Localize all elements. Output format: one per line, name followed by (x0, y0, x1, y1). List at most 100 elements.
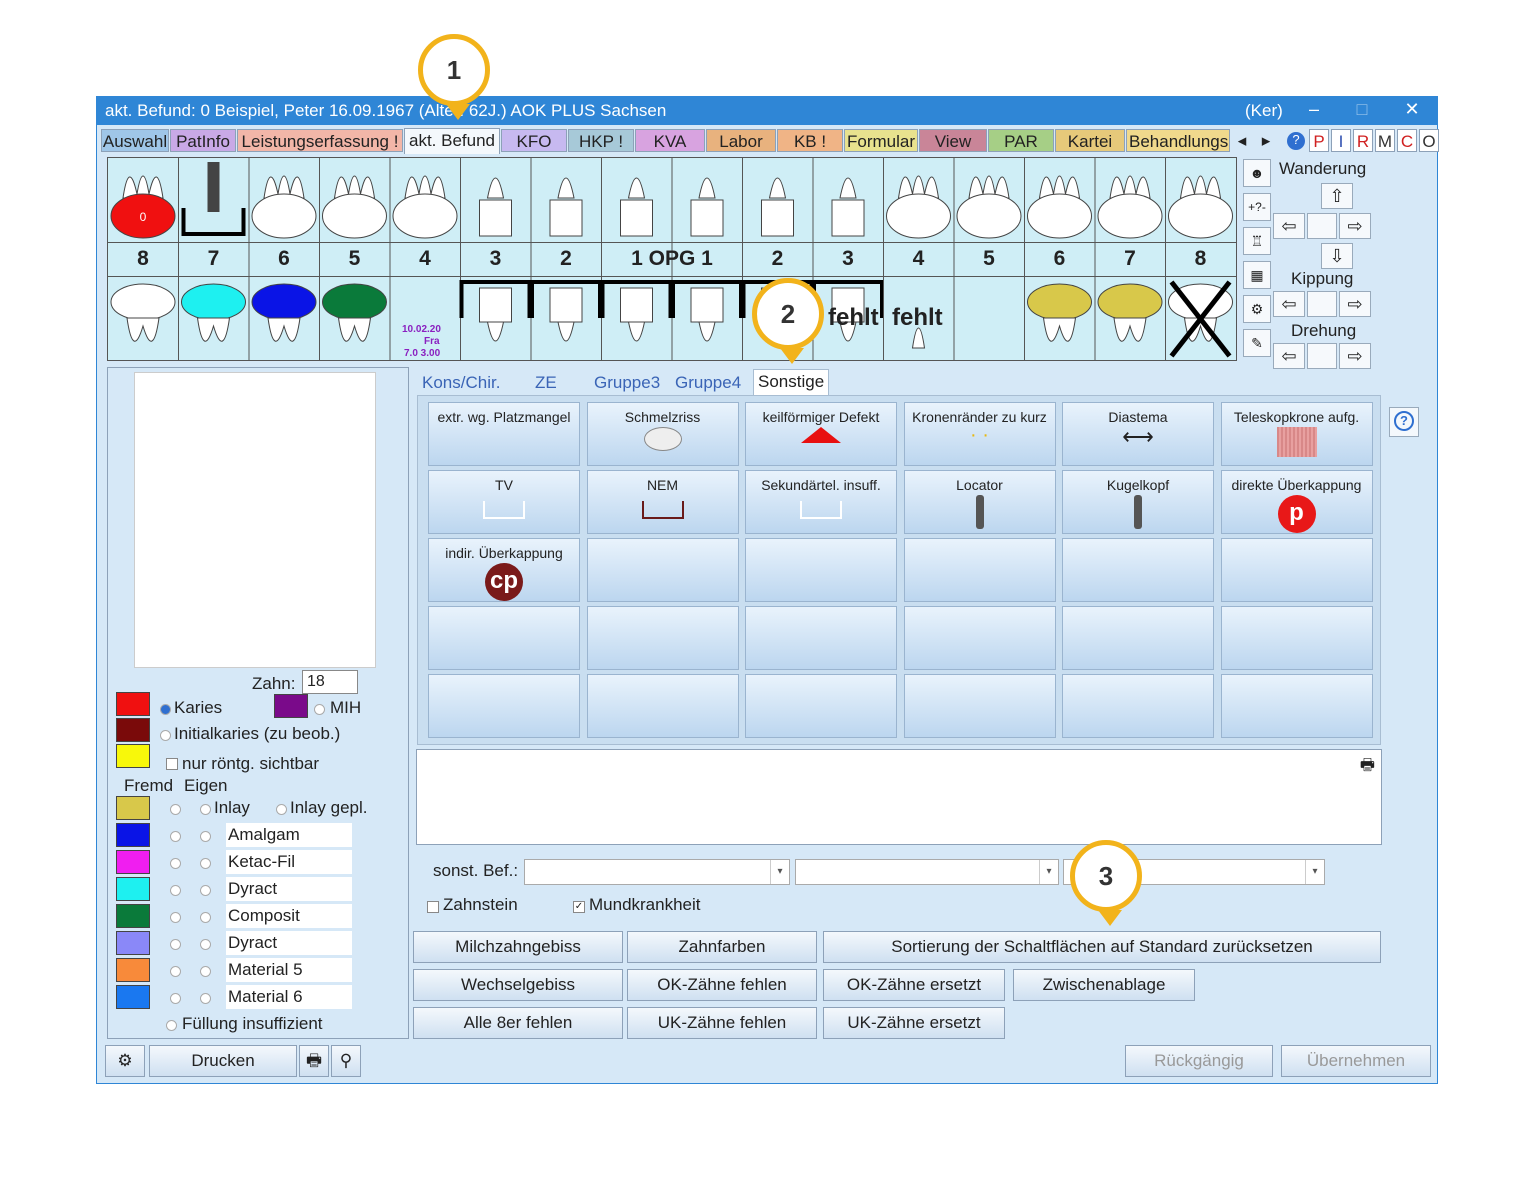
arrow-down-button[interactable]: ⇩ (1321, 243, 1353, 269)
material-name-field[interactable]: Dyract (226, 931, 352, 955)
plus-minus-button[interactable]: +?- (1243, 193, 1271, 221)
mini-tab-r[interactable]: R (1353, 129, 1373, 152)
tab-par[interactable]: PAR (988, 129, 1054, 152)
empty-grid-button[interactable] (1220, 674, 1373, 738)
subtab-gruppe4[interactable]: Gruppe4 (675, 373, 741, 393)
empty-grid-button[interactable] (903, 538, 1056, 602)
tab-patinfo[interactable]: PatInfo (170, 129, 236, 152)
befund-button[interactable]: Kronenränder zu kurz · · (903, 402, 1056, 466)
printer-icon[interactable]: 🖶 (1360, 754, 1375, 781)
material-name-field[interactable]: Material 6 (226, 985, 352, 1009)
tab-scroll-right[interactable]: ▸ (1256, 129, 1276, 152)
eigen-radio[interactable] (200, 912, 211, 923)
patient-icon[interactable]: ☻ (1243, 159, 1271, 187)
uk-zaehne-fehlen-button[interactable]: UK-Zähne fehlen (627, 1007, 817, 1039)
ok-zaehne-ersetzt-button[interactable]: OK-Zähne ersetzt (823, 969, 1005, 1001)
empty-grid-button[interactable] (428, 674, 580, 738)
fremd-radio[interactable] (170, 966, 181, 977)
roentg-checkbox[interactable] (166, 758, 178, 770)
material-swatch[interactable] (116, 877, 150, 901)
empty-grid-button[interactable] (586, 606, 739, 670)
initialkaries-swatch[interactable] (116, 718, 150, 742)
subtab-gruppe3[interactable]: Gruppe3 (594, 373, 660, 393)
tooth-number[interactable]: 1 OPG 1 (602, 242, 743, 276)
material-name-field[interactable]: Composit (226, 904, 352, 928)
fremd-radio[interactable] (170, 912, 181, 923)
tooth-number[interactable]: 4 (390, 242, 460, 276)
mini-tab-i[interactable]: I (1331, 129, 1351, 152)
befund-button[interactable]: Kugelkopf (1062, 470, 1214, 534)
befund-button[interactable]: Sekundärtel. insuff. (745, 470, 897, 534)
roentg-swatch[interactable] (116, 744, 150, 768)
material-swatch[interactable] (116, 904, 150, 928)
befund-button[interactable]: direkte Überkappung p (1220, 470, 1373, 534)
inlay-gepl-radio[interactable] (276, 804, 287, 815)
tab-kfo[interactable]: KFO (501, 129, 567, 152)
tab-view[interactable]: View (919, 129, 987, 152)
kippung-left-button[interactable]: ⇦ (1273, 291, 1305, 317)
tooth-number[interactable]: 3 (813, 242, 883, 276)
mundkrankheit-checkbox[interactable]: ✓ (573, 901, 585, 913)
milchzahngebiss-button[interactable]: Milchzahngebiss (413, 931, 623, 963)
befund-button[interactable]: NEM (586, 470, 739, 534)
mini-tab-c[interactable]: C (1397, 129, 1417, 152)
eigen-radio[interactable] (200, 831, 211, 842)
empty-grid-button[interactable] (745, 674, 897, 738)
zahnfarben-button[interactable]: Zahnfarben (627, 931, 817, 963)
initialkaries-radio[interactable] (160, 730, 171, 741)
befund-notes[interactable]: 🖶 (416, 749, 1382, 845)
grid-help-button[interactable]: ? (1389, 407, 1419, 437)
sonst-bef-combo-1[interactable]: ▾ (524, 859, 790, 885)
material-swatch[interactable] (116, 958, 150, 982)
arrow-up-button[interactable]: ⇧ (1321, 183, 1353, 209)
print-setup-icon[interactable]: 🖶 (299, 1045, 329, 1077)
mini-tab-p[interactable]: P (1309, 129, 1329, 152)
uk-zaehne-ersetzt-button[interactable]: UK-Zähne ersetzt (823, 1007, 1005, 1039)
tooth-number[interactable]: 8 (108, 242, 178, 276)
zahn-input[interactable]: 18 (302, 670, 358, 694)
help-icon[interactable]: ? (1287, 132, 1305, 150)
fuellung-radio[interactable] (166, 1020, 177, 1031)
eigen-radio[interactable] (200, 885, 211, 896)
empty-grid-button[interactable] (903, 674, 1056, 738)
befund-button[interactable]: Locator (903, 470, 1056, 534)
empty-grid-button[interactable] (1062, 538, 1214, 602)
subtab-kons-chir[interactable]: Kons/Chir. (422, 373, 500, 393)
tab-kva[interactable]: KVA (635, 129, 705, 152)
empty-grid-button[interactable] (586, 538, 739, 602)
ok-zaehne-fehlen-button[interactable]: OK-Zähne fehlen (627, 969, 817, 1001)
empty-grid-button[interactable] (1062, 674, 1214, 738)
drehung-right-button[interactable]: ⇨ (1339, 343, 1371, 369)
fremd-radio[interactable] (170, 831, 181, 842)
tooth-number[interactable]: 6 (1025, 242, 1095, 276)
kippung-right-button[interactable]: ⇨ (1339, 291, 1371, 317)
empty-grid-button[interactable] (428, 606, 580, 670)
befund-button[interactable]: TV (428, 470, 580, 534)
tooth-number[interactable]: 7 (1095, 242, 1165, 276)
material-swatch[interactable] (116, 985, 150, 1009)
empty-grid-button[interactable] (745, 538, 897, 602)
wechselgebiss-button[interactable]: Wechselgebiss (413, 969, 623, 1001)
material-name-field[interactable]: Dyract (226, 877, 352, 901)
fremd-radio[interactable] (170, 804, 181, 815)
tooth-number[interactable]: 5 (954, 242, 1024, 276)
mini-tab-o[interactable]: O (1419, 129, 1439, 152)
alle-8er-fehlen-button[interactable]: Alle 8er fehlen (413, 1007, 623, 1039)
empty-grid-button[interactable] (1220, 538, 1373, 602)
mih-swatch[interactable] (274, 694, 308, 718)
material-swatch[interactable] (116, 823, 150, 847)
gear-icon[interactable]: ⚙ (1243, 295, 1271, 323)
tooth-number[interactable]: 4 (884, 242, 954, 276)
befund-button[interactable]: extr. wg. Platzmangel (428, 402, 580, 466)
dental-chart[interactable]: 0 87654321 OPG 12345678 10.02.20 Fra 7.0… (107, 157, 1237, 361)
teeth-icon[interactable]: ♖ (1243, 227, 1271, 255)
eigen-radio[interactable] (200, 858, 211, 869)
close-button[interactable]: ✕ (1397, 99, 1427, 120)
empty-grid-button[interactable] (1062, 606, 1214, 670)
fremd-radio[interactable] (170, 993, 181, 1004)
maximize-button[interactable]: □ (1347, 99, 1377, 120)
befund-button[interactable]: Diastema ⟷ (1062, 402, 1214, 466)
tab-scroll-left[interactable]: ◂ (1232, 129, 1252, 152)
sortierung-reset-button[interactable]: Sortierung der Schaltflächen auf Standar… (823, 931, 1381, 963)
material-swatch[interactable] (116, 931, 150, 955)
